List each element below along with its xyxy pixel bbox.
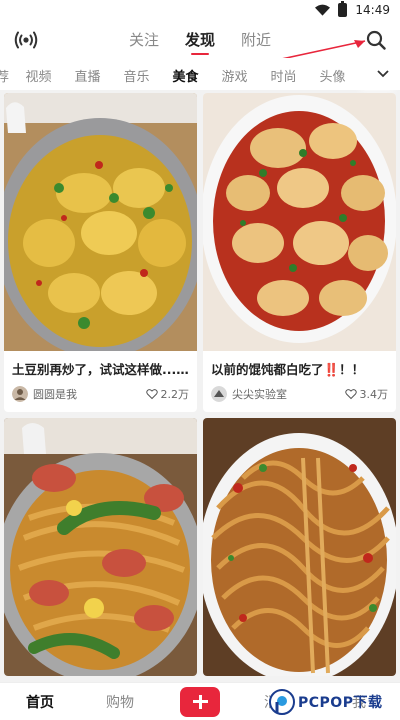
category-food[interactable]: 美食 (161, 66, 210, 85)
pcpop-logo-icon (269, 689, 295, 715)
category-fashion[interactable]: 时尚 (259, 66, 308, 85)
like-button[interactable]: 2.2万 (145, 386, 190, 402)
tab-following[interactable]: 关注 (129, 29, 159, 54)
chevron-down-icon (377, 70, 389, 78)
note-title: 土豆别再炒了，试试这样做...... (12, 362, 191, 377)
note-meta: 尖尖实验室 3.4万 (203, 382, 396, 412)
nav-shopping[interactable]: 购物 (106, 692, 134, 712)
heart-icon (145, 389, 158, 400)
note-author[interactable]: 尖尖实验室 (211, 386, 287, 402)
avatar (12, 386, 28, 402)
category-music[interactable]: 音乐 (112, 66, 161, 85)
nav-home[interactable]: 首页 (26, 692, 54, 712)
category-live[interactable]: 直播 (63, 66, 112, 85)
battery-icon (338, 1, 348, 17)
feed: 土豆别再炒了，试试这样做...... 圆圆是我 2.2万 以前的馄饨都白吃了‼️… (0, 90, 400, 682)
like-count: 2.2万 (160, 388, 190, 401)
feed-column-left: 土豆别再炒了，试试这样做...... 圆圆是我 2.2万 (4, 93, 197, 676)
category-expand-button[interactable] (366, 58, 400, 90)
category-bar: 荐 视频 直播 音乐 美食 游戏 时尚 头像 (0, 58, 400, 90)
wonton-dish-image (203, 93, 396, 351)
feed-column-right: 以前的馄饨都白吃了‼️！！ 尖尖实验室 3.4万 (203, 93, 396, 676)
mixed-noodles-image (203, 418, 396, 676)
heart-icon (344, 389, 357, 400)
wifi-icon (315, 4, 331, 16)
noodles-image (4, 418, 197, 676)
category-video[interactable]: 视频 (14, 66, 63, 85)
note-card[interactable] (4, 418, 197, 676)
author-name: 尖尖实验室 (232, 388, 287, 401)
search-icon[interactable] (364, 28, 388, 52)
tab-nearby[interactable]: 附近 (241, 29, 271, 54)
like-button[interactable]: 3.4万 (344, 386, 389, 402)
top-nav: 关注 发现 附近 (0, 22, 400, 58)
tab-discover[interactable]: 发现 (185, 29, 215, 55)
category-avatar[interactable]: 头像 (308, 66, 357, 85)
watermark: PCPOP下载 (269, 686, 394, 718)
note-card[interactable]: 以前的馄饨都白吃了‼️！！ 尖尖实验室 3.4万 (203, 93, 396, 412)
nav-tabs: 关注 发现 附近 (0, 29, 400, 55)
author-name: 圆圆是我 (33, 388, 77, 401)
avatar (211, 386, 227, 402)
note-meta: 圆圆是我 2.2万 (4, 382, 197, 412)
note-author[interactable]: 圆圆是我 (12, 386, 77, 402)
category-list: 荐 视频 直播 音乐 美食 游戏 时尚 头像 (0, 66, 357, 85)
note-card[interactable]: 土豆别再炒了，试试这样做...... 圆圆是我 2.2万 (4, 93, 197, 412)
potato-dish-image (4, 93, 197, 351)
publish-button[interactable] (180, 687, 220, 717)
watermark-text: PCPOP下载 (298, 695, 383, 711)
clock: 14:49 (355, 3, 390, 17)
category-recommended[interactable]: 荐 (0, 66, 14, 85)
note-title: 以前的馄饨都白吃了‼️！！ (211, 362, 365, 377)
category-games[interactable]: 游戏 (210, 66, 259, 85)
status-bar: 14:49 (0, 0, 400, 22)
note-card[interactable] (203, 418, 396, 676)
like-count: 3.4万 (359, 388, 389, 401)
status-icons: 14:49 (315, 1, 390, 17)
